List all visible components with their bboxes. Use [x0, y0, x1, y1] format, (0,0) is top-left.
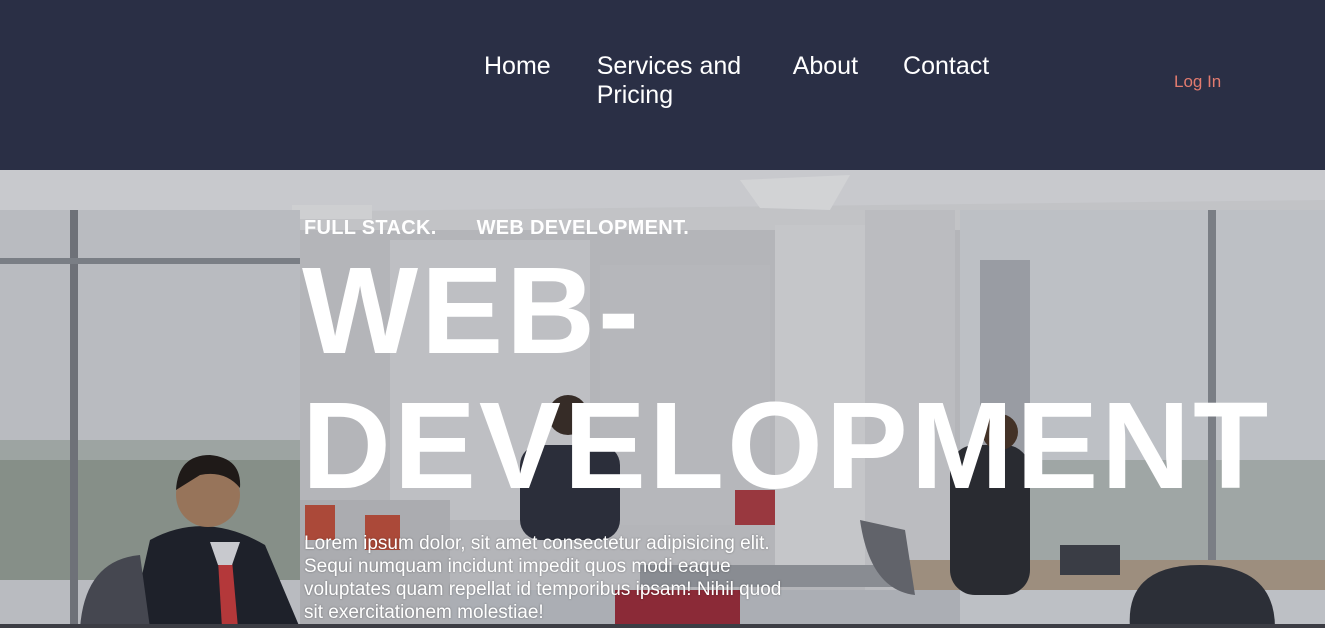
hero-description: Lorem ipsum dolor, sit amet consectetur … — [304, 533, 782, 623]
nav-home-link[interactable]: Home — [484, 52, 551, 110]
hero-section: FULL STACK. WEB DEVELOPMENT. WEB- DEVELO… — [0, 170, 1325, 628]
headline-line-2: DEVELOPMENT — [302, 378, 1272, 515]
hero-tagline: FULL STACK. WEB DEVELOPMENT. — [304, 217, 689, 240]
headline-line-1: WEB- — [302, 243, 642, 380]
site-header: Home Services and Pricing About Contact … — [0, 0, 1325, 170]
bottom-divider — [0, 624, 1325, 628]
nav-services-pricing-link[interactable]: Services and Pricing — [597, 52, 747, 110]
nav-about-link[interactable]: About — [793, 52, 858, 110]
main-nav: Home Services and Pricing About Contact — [484, 52, 989, 110]
tagline-web-development: WEB DEVELOPMENT. — [476, 217, 690, 239]
tagline-full-stack: FULL STACK. — [304, 217, 437, 239]
login-link[interactable]: Log In — [1174, 72, 1221, 92]
nav-contact-link[interactable]: Contact — [903, 52, 989, 110]
hero-headline: WEB- DEVELOPMENT — [302, 244, 1271, 514]
